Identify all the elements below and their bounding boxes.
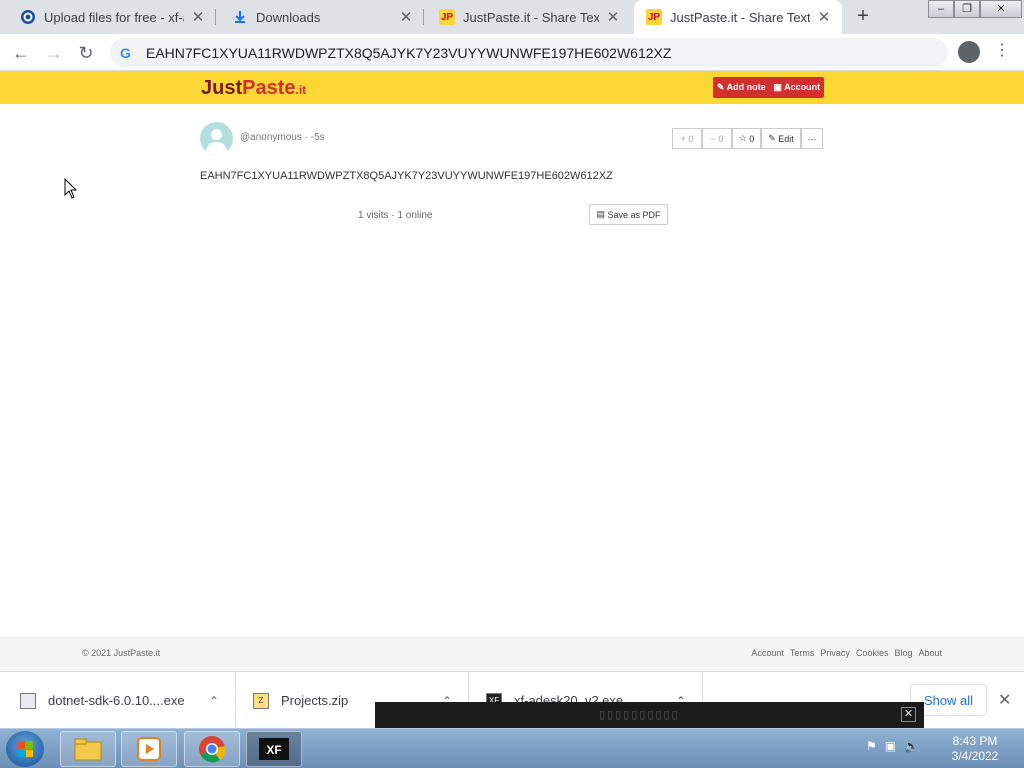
- edit-icon: ✎: [768, 133, 776, 143]
- zip-file-icon: Z: [253, 692, 269, 709]
- justpaste-icon: JP: [646, 9, 662, 25]
- note-stats: 1 visits · 1 online: [358, 210, 433, 221]
- system-tray: ⚑ ▣ 🔈: [866, 739, 919, 753]
- menu-icon[interactable]: ⋮: [994, 40, 1010, 60]
- browser-toolbar: ← → ↻ G EAHN7FC1XYUA11RWDWPZTX8Q5AJYK7Y2…: [0, 34, 1024, 71]
- more-button[interactable]: ···: [801, 128, 823, 149]
- tab-justpaste-active[interactable]: JP JustPaste.it - Share Text & I ✕: [634, 0, 842, 34]
- star-icon: ☆: [738, 133, 747, 143]
- close-icon[interactable]: ✕: [901, 707, 916, 722]
- save-pdf-button[interactable]: ▤ Save as PDF: [589, 204, 668, 225]
- copyright: © 2021 JustPaste.it: [82, 648, 161, 658]
- action-center-icon[interactable]: ⚑: [866, 739, 877, 753]
- tab-justpaste[interactable]: JP JustPaste.it - Share Text & I ✕: [427, 0, 631, 34]
- network-icon[interactable]: ▣: [885, 739, 896, 753]
- cloud-upload-icon: [20, 9, 36, 25]
- tab-upload[interactable]: Upload files for free - xf-ad ✕: [8, 0, 216, 34]
- footer-link-cookies[interactable]: Cookies: [856, 648, 889, 658]
- file-icon: ▤: [596, 209, 605, 219]
- avatar: [200, 122, 233, 155]
- exe-file-icon: [20, 692, 36, 709]
- restore-button[interactable]: ❐: [954, 0, 980, 18]
- footer-link-account[interactable]: Account: [751, 648, 784, 658]
- account-button[interactable]: ▣ Account: [773, 82, 820, 93]
- edit-button[interactable]: ✎ Edit: [761, 128, 801, 149]
- placeholder-glyphs: ▯▯▯▯▯▯▯▯▯▯: [599, 709, 680, 721]
- url-text: EAHN7FC1XYUA11RWDWPZTX8Q5AJYK7Y23VUYYWUN…: [146, 44, 672, 61]
- footer-link-blog[interactable]: Blog: [894, 648, 912, 658]
- download-item[interactable]: dotnet-sdk-6.0.10....exe ⌃: [0, 672, 236, 729]
- taskbar: XF ⚑ ▣ 🔈 8:43 PM 3/4/2022: [0, 728, 1024, 768]
- media-player-icon[interactable]: [121, 731, 177, 767]
- start-button[interactable]: [6, 731, 44, 767]
- tab-strip: Upload files for free - xf-ad ✕ Download…: [0, 0, 1024, 34]
- download-icon: [232, 9, 248, 25]
- chrome-icon[interactable]: [184, 731, 240, 767]
- volume-icon[interactable]: 🔈: [904, 739, 919, 753]
- note-content: EAHN7FC1XYUA11RWDWPZTX8Q5AJYK7Y23VUYYWUN…: [200, 170, 613, 182]
- reload-button[interactable]: ↻: [73, 40, 99, 66]
- footer-link-privacy[interactable]: Privacy: [820, 648, 850, 658]
- window-controls: – ❐ ✕: [928, 0, 1022, 18]
- tab-title: Downloads: [256, 9, 321, 25]
- overlay-panel: ▯▯▯▯▯▯▯▯▯▯ ✕: [375, 702, 924, 728]
- note-author: @anonymous · -5s: [240, 132, 325, 143]
- explorer-icon[interactable]: [60, 731, 116, 767]
- clock[interactable]: 8:43 PM 3/4/2022: [940, 734, 1010, 764]
- minimize-button[interactable]: –: [928, 0, 954, 18]
- xf-icon[interactable]: XF: [246, 731, 302, 767]
- site-logo[interactable]: JustPaste.it: [201, 77, 306, 100]
- add-note-button[interactable]: ✎ Add note: [717, 82, 766, 93]
- tab-title: JustPaste.it - Share Text & I: [670, 9, 810, 25]
- close-icon[interactable]: ✕: [605, 8, 621, 26]
- close-icon[interactable]: ✕: [816, 8, 832, 26]
- site-header: JustPaste.it ✎ Add note ▣ Account: [0, 71, 1024, 104]
- close-icon[interactable]: ✕: [998, 690, 1011, 710]
- footer-link-terms[interactable]: Terms: [790, 648, 815, 658]
- tab-downloads[interactable]: Downloads ✕: [220, 0, 424, 34]
- close-icon[interactable]: ✕: [190, 8, 206, 26]
- profile-icon[interactable]: [958, 41, 980, 63]
- note-actions: + 0 − 0 ☆ 0 ✎ Edit ···: [672, 128, 823, 149]
- new-tab-button[interactable]: +: [851, 5, 875, 29]
- downvote-button[interactable]: − 0: [702, 128, 732, 149]
- mouse-cursor-icon: [64, 178, 78, 199]
- header-buttons: ✎ Add note ▣ Account: [713, 77, 824, 98]
- address-bar[interactable]: G EAHN7FC1XYUA11RWDWPZTX8Q5AJYK7Y23VUYYW…: [110, 38, 948, 67]
- footer-link-about[interactable]: About: [918, 648, 942, 658]
- google-icon: G: [120, 44, 131, 61]
- svg-text:XF: XF: [266, 743, 281, 757]
- footer-links: Account Terms Privacy Cookies Blog About: [751, 648, 942, 658]
- back-button[interactable]: ←: [8, 40, 34, 66]
- windows-icon: [17, 741, 33, 757]
- close-window-button[interactable]: ✕: [980, 0, 1022, 18]
- tab-title: Upload files for free - xf-ad: [44, 9, 184, 25]
- justpaste-icon: JP: [439, 9, 455, 25]
- site-footer: © 2021 JustPaste.it Account Terms Privac…: [0, 637, 1024, 671]
- forward-button[interactable]: →: [41, 40, 67, 66]
- upvote-button[interactable]: + 0: [672, 128, 702, 149]
- favorite-button[interactable]: ☆ 0: [732, 128, 761, 149]
- chevron-up-icon[interactable]: ⌃: [209, 694, 219, 708]
- tab-title: JustPaste.it - Share Text & I: [463, 9, 599, 25]
- close-icon[interactable]: ✕: [398, 8, 414, 26]
